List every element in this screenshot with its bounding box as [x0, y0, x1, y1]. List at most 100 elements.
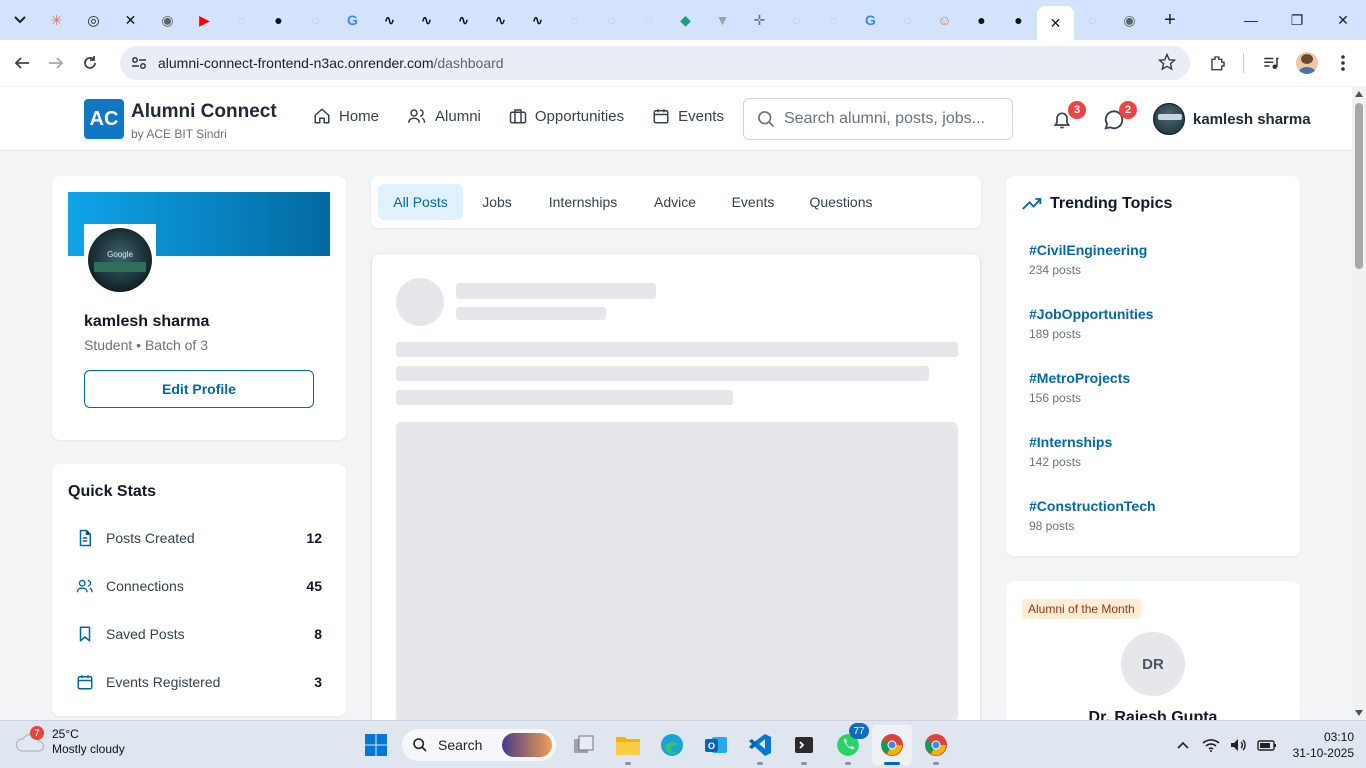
user-menu[interactable]: kamlesh sharma: [1153, 103, 1311, 135]
trend-tag[interactable]: #MetroProjects: [1029, 370, 1130, 386]
nav-opportunities[interactable]: Opportunities: [509, 107, 624, 125]
browser-tab[interactable]: ∿: [482, 4, 519, 36]
browser-tab[interactable]: ◉: [149, 4, 186, 36]
taskbar-chrome-profile[interactable]: [916, 725, 956, 765]
browser-tab[interactable]: ▼: [704, 4, 741, 36]
weather-widget[interactable]: 7 25°C Mostly cloudy: [16, 726, 125, 757]
trend-item[interactable]: #JobOpportunities 189 posts: [1029, 306, 1153, 341]
browser-tab[interactable]: ◌: [223, 4, 260, 36]
browser-tab[interactable]: ✛: [741, 4, 778, 36]
profile-button[interactable]: [1290, 46, 1324, 80]
browser-tab[interactable]: ◌: [593, 4, 630, 36]
browser-tab[interactable]: ◎: [75, 4, 112, 36]
alumni-avatar[interactable]: DR: [1121, 632, 1185, 696]
chevron-down-icon: [14, 16, 26, 24]
edit-profile-button[interactable]: Edit Profile: [84, 370, 314, 408]
trend-tag[interactable]: #Internships: [1029, 434, 1112, 450]
trend-tag[interactable]: #CivilEngineering: [1029, 242, 1147, 258]
browser-tab[interactable]: ∿: [408, 4, 445, 36]
browser-tab[interactable]: ●: [1000, 4, 1037, 36]
notifications-button[interactable]: 3: [1052, 101, 1086, 133]
tab-all-posts[interactable]: All Posts: [378, 184, 463, 220]
stat-connections[interactable]: Connections 45: [76, 574, 322, 598]
browser-tab[interactable]: ◌: [297, 4, 334, 36]
new-tab-button[interactable]: +: [1156, 6, 1184, 34]
maximize-button[interactable]: ❐: [1274, 0, 1320, 40]
address-bar[interactable]: alumni-connect-frontend-n3ac.onrender.co…: [120, 46, 1190, 80]
browser-tab[interactable]: ◉: [1111, 4, 1148, 36]
forward-button[interactable]: [39, 46, 73, 80]
nav-alumni[interactable]: Alumni: [407, 107, 481, 125]
browser-tab[interactable]: ✕: [1037, 6, 1074, 40]
browser-tab[interactable]: ◌: [630, 4, 667, 36]
media-controls-button[interactable]: [1254, 46, 1288, 80]
taskbar-chrome-active[interactable]: [872, 725, 912, 765]
trend-item[interactable]: #ConstructionTech 98 posts: [1029, 498, 1156, 533]
trend-item[interactable]: #Internships 142 posts: [1029, 434, 1112, 469]
show-hidden-icons-button[interactable]: [1171, 733, 1195, 757]
browser-tab[interactable]: ▶: [186, 4, 223, 36]
trend-tag[interactable]: #JobOpportunities: [1029, 306, 1153, 322]
browser-tab[interactable]: ✳: [38, 4, 75, 36]
browser-tab[interactable]: ∿: [519, 4, 556, 36]
tab-advice[interactable]: Advice: [643, 184, 707, 220]
taskbar-outlook[interactable]: O: [696, 725, 736, 765]
bookmark-star-button[interactable]: [1157, 52, 1177, 76]
taskbar-whatsapp[interactable]: 77: [828, 723, 869, 765]
browser-tab[interactable]: ●: [963, 4, 1000, 36]
task-view-button[interactable]: [564, 725, 604, 765]
tab-questions[interactable]: Questions: [799, 184, 883, 220]
trend-item[interactable]: #CivilEngineering 234 posts: [1029, 242, 1147, 277]
battery-button[interactable]: [1255, 733, 1279, 757]
messages-button[interactable]: 2: [1103, 101, 1137, 133]
nav-home[interactable]: Home: [313, 107, 379, 125]
taskbar-edge[interactable]: [652, 725, 692, 765]
browser-tab[interactable]: ☺: [926, 4, 963, 36]
system-clock[interactable]: 03:10 31-10-2025: [1293, 729, 1354, 761]
scroll-down-arrow[interactable]: [1355, 710, 1363, 716]
scrollbar-thumb[interactable]: [1355, 103, 1363, 269]
volume-button[interactable]: [1227, 733, 1251, 757]
browser-tab[interactable]: ●: [260, 4, 297, 36]
extensions-button[interactable]: [1201, 46, 1235, 80]
browser-tab[interactable]: G: [852, 4, 889, 36]
minimize-button[interactable]: —: [1228, 0, 1274, 40]
browser-tab[interactable]: ◆: [667, 4, 704, 36]
tab-search-button[interactable]: [6, 6, 34, 34]
browser-tab[interactable]: ∿: [371, 4, 408, 36]
taskbar-vscode[interactable]: [740, 725, 780, 765]
reload-button[interactable]: [73, 46, 107, 80]
toolbar-right: [1199, 46, 1366, 80]
browser-tab[interactable]: ◌: [778, 4, 815, 36]
back-button[interactable]: [5, 46, 39, 80]
taskbar-search[interactable]: Search: [402, 729, 556, 761]
tab-events[interactable]: Events: [721, 184, 785, 220]
search-input[interactable]: [784, 110, 1004, 128]
tab-jobs[interactable]: Jobs: [471, 184, 523, 220]
browser-tab[interactable]: ◌: [556, 4, 593, 36]
wifi-button[interactable]: [1199, 733, 1223, 757]
stat-saved-posts[interactable]: Saved Posts 8: [76, 622, 322, 646]
browser-tab[interactable]: ✕: [112, 4, 149, 36]
nav-events[interactable]: Events: [652, 107, 724, 125]
start-button[interactable]: [356, 725, 396, 765]
tab-internships[interactable]: Internships: [537, 184, 629, 220]
browser-tab[interactable]: G: [334, 4, 371, 36]
chrome-menu-button[interactable]: [1326, 46, 1360, 80]
browser-tab[interactable]: ∿: [445, 4, 482, 36]
browser-tab[interactable]: ◌: [815, 4, 852, 36]
close-tab-icon[interactable]: ✕: [1050, 15, 1062, 32]
scroll-up-arrow[interactable]: [1355, 91, 1363, 97]
browser-tab[interactable]: ◌: [1074, 4, 1111, 36]
close-window-button[interactable]: ✕: [1320, 0, 1366, 40]
site-info-button[interactable]: [124, 56, 154, 70]
taskbar-terminal-app[interactable]: [784, 725, 824, 765]
stat-events-registered[interactable]: Events Registered 3: [76, 670, 322, 694]
trend-item[interactable]: #MetroProjects 156 posts: [1029, 370, 1130, 405]
page-scrollbar[interactable]: [1352, 87, 1366, 720]
taskbar-file-explorer[interactable]: [608, 725, 648, 765]
trend-tag[interactable]: #ConstructionTech: [1029, 498, 1156, 514]
stat-posts-created[interactable]: Posts Created 12: [76, 526, 322, 550]
app-logo[interactable]: AC: [84, 99, 124, 139]
browser-tab[interactable]: ◌: [889, 4, 926, 36]
